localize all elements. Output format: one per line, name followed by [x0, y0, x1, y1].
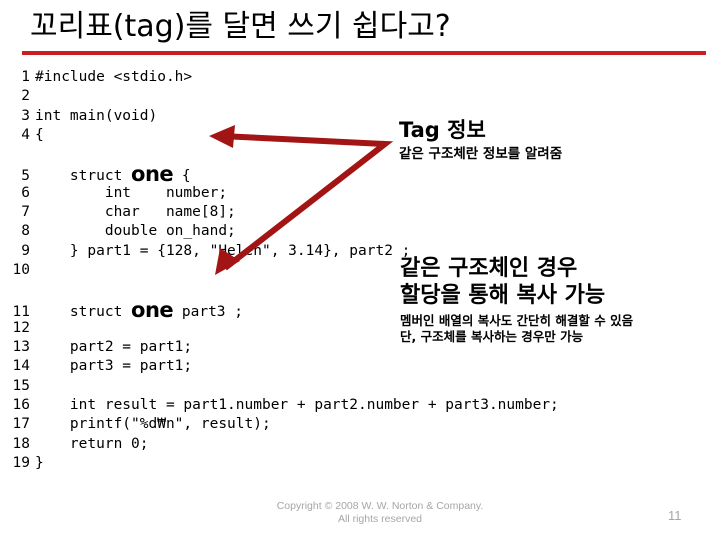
code-line-number: 16	[12, 397, 30, 414]
callout-copy-heading-line1: 같은 구조체인 경우	[400, 256, 578, 281]
code-line-number: 6	[21, 184, 30, 201]
code-text: int number;	[35, 184, 228, 201]
callout-struct-copy: 같은 구조체인 경우 할당을 통해 복사 가능 멤버인 배열의 복사도 간단히 …	[400, 255, 712, 345]
code-line-number: 18	[12, 435, 30, 452]
code-line-number: 15	[12, 377, 30, 394]
code-line-source: printf("%d₩n", result);	[30, 415, 271, 434]
code-text: } part1 = {128, "Helen", 3.14}, part2 ;	[35, 242, 411, 259]
code-line-source: int result = part1.number + part2.number…	[30, 396, 559, 415]
code-text: printf("%d₩n", result);	[35, 416, 271, 433]
code-text: part2 = part1;	[35, 339, 193, 356]
code-line-number: 7	[21, 204, 30, 221]
code-text: }	[35, 454, 44, 471]
code-line-source: part2 = part1;	[30, 338, 192, 357]
code-line-number: 8	[21, 223, 30, 240]
footer-copyright-line1: Copyright © 2008 W. W. Norton & Company.	[276, 500, 484, 512]
code-line: 5 struct one {	[0, 162, 660, 187]
callout-copy-subtext-line1: 멤버인 배열의 복사도 간단히 해결할 수 있음	[400, 313, 634, 328]
code-text: int main(void)	[35, 107, 158, 124]
code-line-source: part3 = part1;	[30, 357, 192, 376]
code-line-number: 10	[12, 261, 30, 278]
code-text: int result = part1.number + part2.number…	[35, 397, 559, 414]
callout-copy-subtext-group: 멤버인 배열의 복사도 간단히 해결할 수 있음 단, 구조체를 복사하는 경우…	[400, 313, 712, 345]
callout-tag-info: Tag 정보 같은 구조체란 정보를 알려줌	[399, 118, 709, 164]
code-line: 6 int number;	[0, 184, 660, 203]
code-text-after-tag: part3 ;	[173, 303, 243, 320]
code-line: 2	[0, 87, 660, 106]
code-line: 7 char name[8];	[0, 203, 660, 222]
code-line: 18 return 0;	[0, 435, 660, 454]
code-text-after-tag: {	[173, 168, 191, 185]
callout-copy-subtext-line2: 단, 구조체를 복사하는 경우만 가능	[400, 329, 584, 344]
code-line-number: 12	[12, 319, 30, 336]
code-line-source: #include <stdio.h>	[30, 68, 192, 87]
code-line: 1 #include <stdio.h>	[0, 68, 660, 87]
code-line: 19}	[0, 454, 660, 473]
footer-copyright: Copyright © 2008 W. W. Norton & Company.…	[180, 500, 580, 526]
code-line-source: {	[30, 126, 44, 145]
code-line-source: double on_hand;	[30, 222, 236, 241]
code-line-number: 2	[21, 88, 30, 105]
struct-tag-name: one	[131, 162, 174, 187]
struct-tag-name: one	[131, 297, 174, 322]
code-text: part3 = part1;	[35, 358, 193, 375]
code-line-number: 19	[12, 454, 30, 471]
code-line-source: int number;	[30, 184, 227, 203]
page-number: 11	[668, 508, 682, 523]
page-title: 꼬리표(tag)를 달면 쓰기 쉽다고?	[30, 9, 451, 44]
code-line: 8 double on_hand;	[0, 222, 660, 241]
code-text: return 0;	[35, 435, 149, 452]
code-line-number: 3	[21, 107, 30, 124]
callout-tag-heading: Tag 정보	[399, 118, 486, 142]
code-text: struct	[35, 168, 132, 185]
code-line-source: int main(void)	[30, 107, 157, 126]
code-line-source: } part1 = {128, "Helen", 3.14}, part2 ;	[30, 242, 410, 261]
code-line-source: }	[30, 454, 44, 473]
code-line: 16 int result = part1.number + part2.num…	[0, 396, 660, 415]
footer-copyright-line2: All rights reserved	[337, 513, 423, 525]
callout-copy-heading-line2: 할당을 통해 복사 가능	[400, 283, 606, 308]
callout-tag-subtext: 같은 구조체란 정보를 알려줌	[399, 146, 563, 162]
code-line-number: 1	[21, 69, 30, 85]
code-text: char name[8];	[35, 204, 236, 221]
code-line-source: return 0;	[30, 435, 149, 454]
code-line-source: struct one part3 ;	[30, 297, 243, 322]
code-line-number: 13	[12, 339, 30, 356]
code-text: struct	[35, 303, 132, 320]
code-line-number: 14	[12, 358, 30, 375]
code-line-source: char name[8];	[30, 203, 236, 222]
slide-canvas: 꼬리표(tag)를 달면 쓰기 쉽다고? 1 #include <stdio.h>…	[0, 0, 720, 540]
code-line: 15	[0, 377, 660, 396]
code-text: #include <stdio.h>	[35, 69, 193, 85]
title-underline-rule	[22, 51, 706, 55]
code-line: 14 part3 = part1;	[0, 357, 660, 376]
code-text: {	[35, 126, 44, 143]
code-line-number: 9	[21, 242, 30, 259]
code-line-number: 4	[21, 126, 30, 143]
code-line-number: 17	[12, 416, 30, 433]
code-line: 17 printf("%d₩n", result);	[0, 415, 660, 434]
code-text: double on_hand;	[35, 223, 236, 240]
